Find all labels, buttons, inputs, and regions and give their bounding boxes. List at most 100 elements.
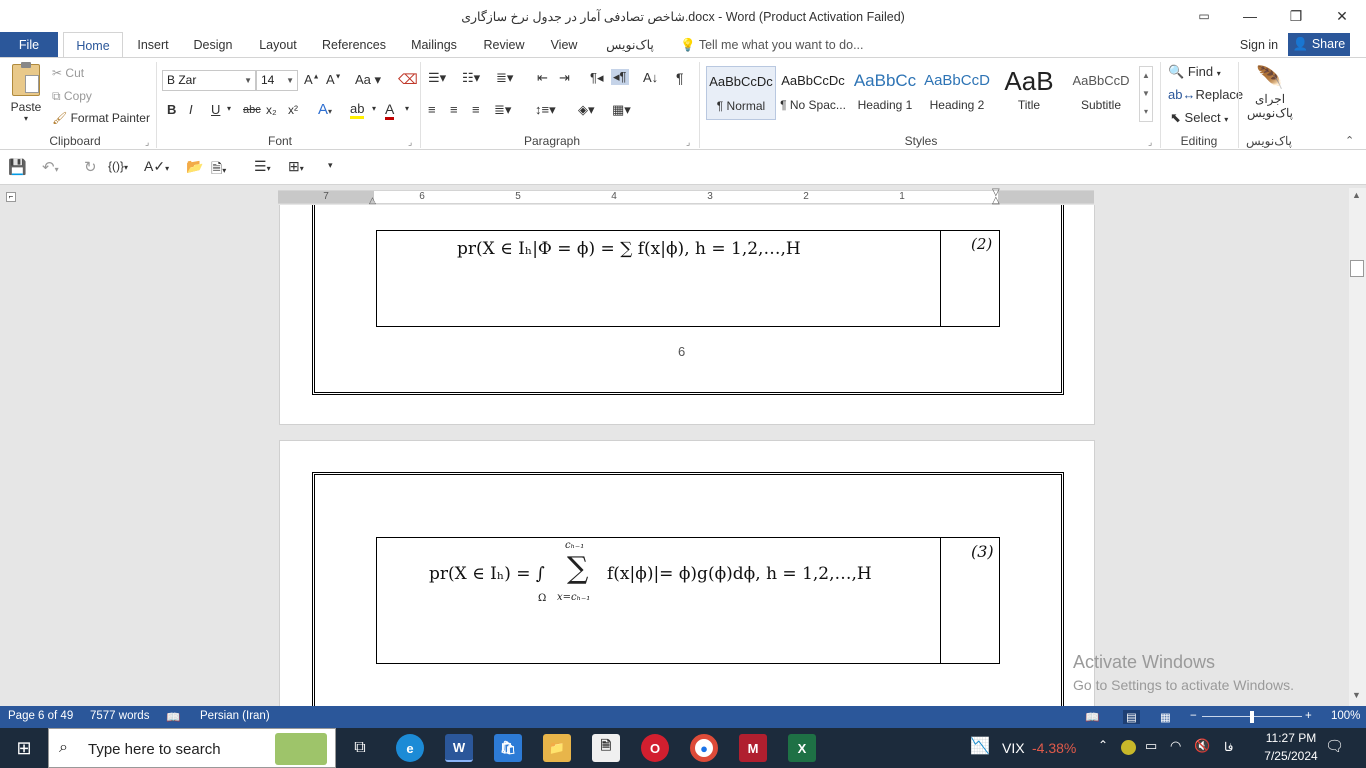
input-language[interactable]: فا <box>1224 740 1233 754</box>
zoom-level[interactable]: 100% <box>1331 710 1360 722</box>
ribbon-display-options-icon[interactable]: ▭ <box>1181 0 1227 32</box>
print-layout-icon[interactable]: ▤ <box>1123 710 1140 724</box>
style-no-spacing[interactable]: AaBbCcDc ¶ No Spac... <box>778 66 848 120</box>
chrome-icon[interactable]: ● <box>690 734 718 762</box>
style-normal[interactable]: AaBbCcDc ¶ Normal <box>706 66 776 120</box>
notepad-icon[interactable]: 🗎 <box>592 734 620 762</box>
tab-layout[interactable]: Layout <box>253 32 303 58</box>
vertical-scrollbar[interactable]: ▲ ▼ <box>1349 188 1366 706</box>
style-title[interactable]: AaB Title <box>994 66 1064 120</box>
redo-icon[interactable]: ↻ <box>84 158 97 176</box>
show-marks-icon[interactable]: ¶ <box>676 70 684 86</box>
align-center-icon[interactable]: ≡ <box>450 102 458 117</box>
store-icon[interactable]: 🛍 <box>494 734 522 762</box>
clock-time[interactable]: 11:27 PM <box>1262 731 1320 745</box>
tab-view[interactable]: View <box>545 32 583 58</box>
document-canvas[interactable]: pr(X ∈ Iₕ|Φ = ϕ) = ∑ f(x|ϕ), h = 1,2,…,H… <box>0 205 1349 706</box>
change-case-icon[interactable]: Aa ▾ <box>355 72 381 88</box>
maximize-button[interactable]: ❐ <box>1273 0 1319 32</box>
font-color-icon[interactable]: A <box>385 101 395 120</box>
hidden-icons-chevron-icon[interactable]: ⌃ <box>1098 738 1108 752</box>
zoom-out-icon[interactable]: − <box>1190 710 1197 722</box>
taskbar-search-box[interactable]: ⌕ Type here to search <box>48 728 336 768</box>
customize-qat-icon[interactable]: ▾ <box>328 160 333 171</box>
page-count[interactable]: Page 6 of 49 <box>8 710 73 722</box>
strikethrough-button[interactable]: abc <box>243 104 261 116</box>
chevron-down-icon[interactable]: ▾ <box>372 104 376 113</box>
italic-button[interactable]: I <box>189 102 193 117</box>
language-indicator[interactable]: Persian (Iran) <box>200 710 270 722</box>
equation-2[interactable]: pr(X ∈ Iₕ|Φ = ϕ) = ∑ f(x|ϕ), h = 1,2,…,H <box>457 239 801 259</box>
find-button[interactable]: 🔍 Find ▾ <box>1168 64 1221 80</box>
borders-icon[interactable]: ▦▾ <box>612 102 631 118</box>
scroll-down-icon[interactable]: ▼ <box>1352 690 1361 700</box>
minimize-button[interactable]: — <box>1227 0 1273 32</box>
format-painter-button[interactable]: 🖌 Format Painter <box>52 111 150 125</box>
font-name-box[interactable]: B Zar ▼ <box>162 70 256 91</box>
dialog-launcher-icon[interactable]: ⌟ <box>1148 137 1152 148</box>
styles-gallery-scroll[interactable]: ▲ ▼ ▾ <box>1139 66 1153 122</box>
bullets-icon[interactable]: ☰▾ <box>428 70 446 86</box>
tray-app-icon[interactable] <box>1121 740 1136 755</box>
tab-references[interactable]: References <box>320 32 388 58</box>
tab-file[interactable]: File <box>0 32 58 58</box>
highlight-icon[interactable]: ab <box>350 101 365 119</box>
battery-icon[interactable]: ▭ <box>1145 738 1157 754</box>
undo-icon[interactable]: ↶▾ <box>42 158 59 176</box>
replace-button[interactable]: ab↔Replace <box>1168 87 1243 102</box>
sort-icon[interactable]: A↓ <box>643 70 658 85</box>
sign-in-link[interactable]: Sign in <box>1236 32 1282 58</box>
superscript-button[interactable]: x² <box>288 103 298 117</box>
scroll-up-icon[interactable]: ▲ <box>1352 190 1361 200</box>
dialog-launcher-icon[interactable]: ⌟ <box>145 137 149 148</box>
text-style-icon[interactable]: A✓▾ <box>144 158 169 175</box>
increase-indent-icon[interactable]: ⇥ <box>559 70 570 86</box>
edge-icon[interactable]: e <box>396 734 424 762</box>
volume-muted-icon[interactable]: 🔇 <box>1194 738 1210 754</box>
select-button[interactable]: ⬉ Select ▾ <box>1170 110 1228 126</box>
page-layout-icon[interactable]: ⊞▾ <box>288 158 304 175</box>
align-right-icon[interactable]: ≡ <box>472 102 480 117</box>
bold-button[interactable]: B <box>167 102 176 117</box>
list-icon[interactable]: ☰▾ <box>254 158 271 175</box>
share-button[interactable]: 👤 Share <box>1288 33 1350 56</box>
underline-button[interactable]: U <box>211 102 220 117</box>
horizontal-ruler[interactable]: 7 6 5 4 3 2 1 △ ▽ △ <box>278 188 1094 206</box>
scroll-thumb[interactable] <box>1350 260 1364 277</box>
zoom-in-icon[interactable]: + <box>1305 710 1312 722</box>
copy-button[interactable]: ⧉ Copy <box>52 89 92 104</box>
tab-home[interactable]: Home <box>63 32 123 58</box>
shading-icon[interactable]: ◈▾ <box>578 102 595 118</box>
close-button[interactable]: ✕ <box>1319 0 1365 32</box>
web-layout-icon[interactable]: ▦ <box>1160 710 1171 724</box>
equation-3-lhs[interactable]: pr(X ∈ Iₕ) = ∫ <box>429 564 545 584</box>
rtl-direction-icon[interactable]: ◂¶ <box>611 69 629 85</box>
shrink-font-icon[interactable]: A▼ <box>326 72 342 87</box>
notifications-icon[interactable]: 🗨 <box>1325 737 1344 755</box>
cut-button[interactable]: ✂ Cut <box>52 66 84 80</box>
tab-mailings[interactable]: Mailings <box>405 32 463 58</box>
zoom-slider-thumb[interactable] <box>1250 711 1254 723</box>
dialog-launcher-icon[interactable]: ⌟ <box>686 137 690 148</box>
chevron-down-icon[interactable]: ▾ <box>405 104 409 113</box>
text-effects-icon[interactable]: A▾ <box>318 101 332 118</box>
grow-font-icon[interactable]: A▲ <box>304 72 320 87</box>
windows-start-icon[interactable]: ⊞ <box>10 734 38 762</box>
dialog-launcher-icon[interactable]: ⌟ <box>408 137 412 148</box>
multilevel-list-icon[interactable]: ≣▾ <box>496 70 513 86</box>
equation-3-rhs[interactable]: f(x|ϕ)|= ϕ)g(ϕ)dϕ, h = 1,2,…,H <box>607 564 872 584</box>
clock-date[interactable]: 7/25/2024 <box>1256 749 1326 763</box>
proofing-icon[interactable]: 📖 <box>166 710 180 724</box>
line-spacing-icon[interactable]: ↕≡▾ <box>535 102 556 118</box>
word-count[interactable]: 7577 words <box>90 710 149 722</box>
clear-formatting-icon[interactable]: ⌫ <box>398 71 418 88</box>
subscript-button[interactable]: x₂ <box>266 103 277 117</box>
mendeley-icon[interactable]: M <box>739 734 767 762</box>
collapse-ribbon-icon[interactable]: ⌃ <box>1345 134 1354 147</box>
equation-box-2[interactable]: pr(X ∈ Iₕ|Φ = ϕ) = ∑ f(x|ϕ), h = 1,2,…,H… <box>376 230 1000 327</box>
tell-me-search[interactable]: 💡 Tell me what you want to do... <box>680 32 870 58</box>
opera-icon[interactable]: O <box>641 734 669 762</box>
tab-design[interactable]: Design <box>189 32 237 58</box>
font-size-box[interactable]: 14 ▼ <box>256 70 298 91</box>
task-view-icon[interactable]: ⧉ <box>346 734 374 762</box>
